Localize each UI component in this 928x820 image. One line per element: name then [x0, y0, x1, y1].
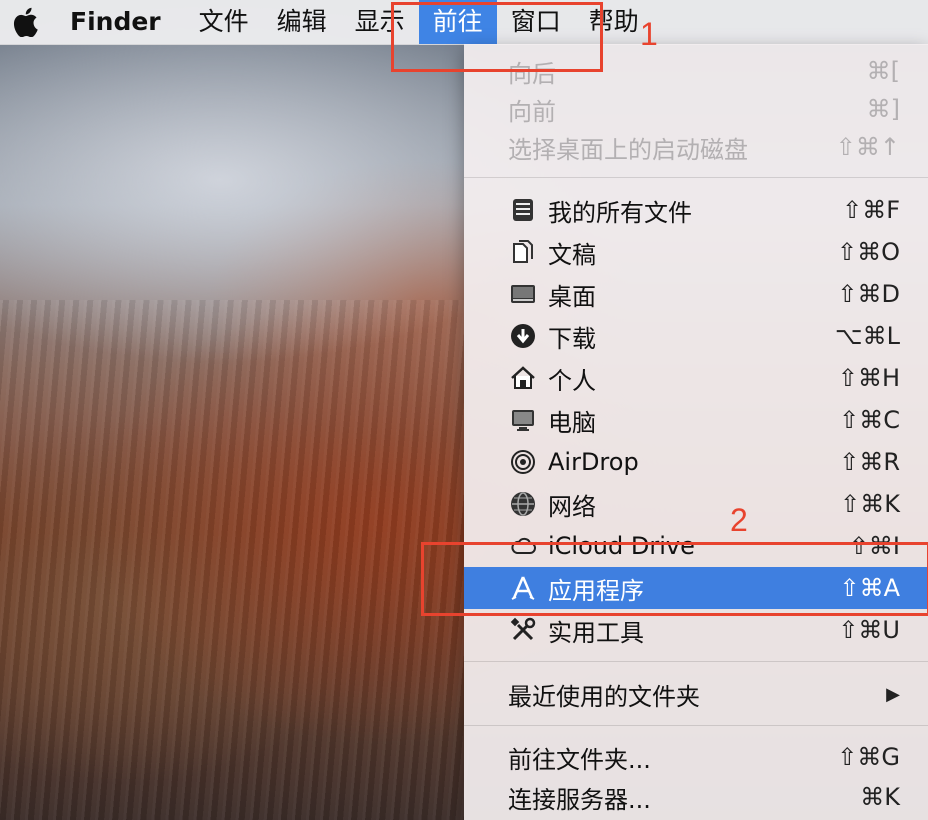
menu-item-documents[interactable]: 文稿 ⇧⌘O [464, 231, 928, 273]
menu-item-startup-disk: 选择桌面上的启动磁盘 ⇧⌘↑ [464, 126, 928, 168]
menu-item-shortcut: ⇧⌘U [838, 616, 900, 644]
menu-item-label: 实用工具 [548, 618, 644, 647]
annotation-box-applications [421, 542, 928, 616]
menu-item-label: 前往文件夹... [508, 745, 651, 774]
menu-item-label: 连接服务器... [508, 785, 651, 814]
menu-item-computer[interactable]: 电脑 ⇧⌘C [464, 399, 928, 441]
menu-item-shortcut: ⇧⌘O [837, 238, 900, 266]
menu-item-home[interactable]: 个人 ⇧⌘H [464, 357, 928, 399]
menu-item-connect-server[interactable]: 连接服务器... ⌘K [464, 776, 928, 818]
menu-item-desktop[interactable]: 桌面 ⇧⌘D [464, 273, 928, 315]
menu-item-shortcut: ⌥⌘L [834, 322, 900, 350]
menu-item-label: 电脑 [548, 408, 596, 437]
menu-item-forward: 向前 ⌘] [464, 88, 928, 130]
all-files-icon [508, 195, 538, 225]
apple-icon[interactable] [12, 7, 42, 37]
menu-item-network[interactable]: 网络 ⇧⌘K [464, 483, 928, 525]
menu-item-shortcut: ⇧⌘G [837, 743, 900, 771]
menu-item-shortcut: ⇧⌘R [839, 448, 900, 476]
download-icon [508, 321, 538, 351]
airdrop-icon [508, 447, 538, 477]
menu-item-label: 下载 [548, 324, 596, 353]
utilities-icon [508, 615, 538, 645]
menu-item-shortcut: ⇧⌘H [837, 364, 900, 392]
go-menu-dropdown: 向后 ⌘[ 向前 ⌘] 选择桌面上的启动磁盘 ⇧⌘↑ 我的所有文件 ⇧⌘F 文稿… [464, 44, 928, 820]
wallpaper-texture [0, 300, 470, 820]
menu-item-shortcut: ⇧⌘F [842, 196, 900, 224]
menu-item-downloads[interactable]: 下载 ⌥⌘L [464, 315, 928, 357]
menu-separator [464, 661, 928, 662]
menu-item-shortcut: ⇧⌘K [840, 490, 900, 518]
menu-item-label: AirDrop [548, 448, 639, 476]
menu-item-airdrop[interactable]: AirDrop ⇧⌘R [464, 441, 928, 483]
menu-item-shortcut: ⇧⌘D [837, 280, 900, 308]
menu-edit[interactable]: 编辑 [263, 0, 341, 44]
desktop-icon [508, 279, 538, 309]
annotation-box-go-menu [391, 2, 603, 72]
menu-item-label: 文稿 [548, 240, 596, 269]
computer-icon [508, 405, 538, 435]
menu-item-label: 网络 [548, 492, 596, 521]
menu-item-shortcut: ⇧⌘↑ [835, 133, 900, 161]
menu-item-label: 向前 [508, 97, 556, 126]
menu-item-label: 选择桌面上的启动磁盘 [508, 135, 748, 164]
menu-item-shortcut: ⌘K [860, 783, 900, 811]
menu-item-label: 个人 [548, 366, 596, 395]
home-icon [508, 363, 538, 393]
menu-item-recent-folders[interactable]: 最近使用的文件夹 ▶ [464, 673, 928, 715]
annotation-number-2: 2 [730, 502, 748, 538]
menu-item-label: 最近使用的文件夹 [508, 682, 700, 711]
menu-item-shortcut: ⇧⌘C [839, 406, 900, 434]
documents-icon [508, 237, 538, 267]
menu-separator [464, 177, 928, 178]
menu-app-finder[interactable]: Finder [70, 0, 175, 44]
menu-separator [464, 725, 928, 726]
menu-item-go-to-folder[interactable]: 前往文件夹... ⇧⌘G [464, 736, 928, 778]
network-icon [508, 489, 538, 519]
menu-file[interactable]: 文件 [185, 0, 263, 44]
menu-item-label: 桌面 [548, 282, 596, 311]
annotation-number-1: 1 [640, 16, 658, 52]
menu-item-shortcut: ⌘] [866, 95, 900, 123]
menu-item-all-files[interactable]: 我的所有文件 ⇧⌘F [464, 189, 928, 231]
menu-item-shortcut: ⌘[ [866, 57, 900, 85]
menu-item-label: 我的所有文件 [548, 198, 692, 227]
submenu-arrow-icon: ▶ [886, 683, 900, 705]
